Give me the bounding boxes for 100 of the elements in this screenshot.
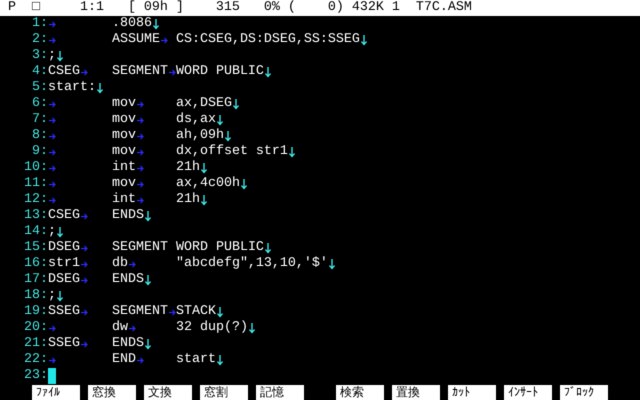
code-text: 32 dup(?) (176, 320, 248, 336)
code-text: DSEG (48, 240, 80, 256)
code-text: ax,DSEG (176, 96, 232, 112)
line-number: 16: (22, 256, 48, 272)
line-number: 12: (22, 192, 48, 208)
function-key[interactable]: 検索 (336, 384, 384, 400)
code-text: 21h (176, 160, 200, 176)
down-arrow-icon (240, 176, 248, 192)
code-text: dx,offset str1 (176, 144, 288, 160)
line-number: 5: (30, 80, 48, 96)
line-number: 19: (22, 304, 48, 320)
code-text: END (112, 352, 136, 368)
down-arrow-icon (216, 112, 224, 128)
code-text: ah,09h (176, 128, 224, 144)
line-number: 21: (22, 336, 48, 352)
status-field: P (8, 0, 16, 16)
line-number: 3: (30, 48, 48, 64)
down-arrow-icon (248, 320, 256, 336)
line-number: 4: (30, 64, 48, 80)
line-number: 17: (22, 272, 48, 288)
code-text: int (112, 160, 136, 176)
line-number: 6: (30, 96, 48, 112)
code-text: SSEG (48, 336, 80, 352)
line-number: 14: (22, 224, 48, 240)
code-text: SSEG (48, 304, 80, 320)
function-key[interactable]: 窓換 (88, 384, 136, 400)
down-arrow-icon (216, 352, 224, 368)
function-key[interactable]: ｶｯﾄ (448, 384, 496, 400)
line-number: 10: (22, 160, 48, 176)
code-text: mov (112, 112, 136, 128)
down-arrow-icon (144, 208, 152, 224)
code-text: ENDS (112, 336, 144, 352)
code-text: start: (48, 80, 96, 96)
function-key[interactable]: 窓割 (200, 384, 248, 400)
line-number: 13: (22, 208, 48, 224)
line-number: 2: (30, 32, 48, 48)
down-arrow-icon (56, 288, 64, 304)
code-text: ASSUME (112, 32, 160, 48)
down-arrow-icon (216, 304, 224, 320)
down-arrow-icon (288, 144, 296, 160)
code-text: ax,4c00h (176, 176, 240, 192)
down-arrow-icon (264, 240, 272, 256)
code-text: str1 (48, 256, 80, 272)
down-arrow-icon (264, 64, 272, 80)
code-text: SEGMENT (112, 64, 168, 80)
code-text: mov (112, 128, 136, 144)
code-text: int (112, 192, 136, 208)
down-arrow-icon (56, 48, 64, 64)
code-text: SEGMENT WORD PUBLIC (112, 240, 264, 256)
status-field: 0% ( 0) (264, 0, 344, 16)
code-text: .8086 (112, 16, 152, 32)
code-text: WORD PUBLIC (176, 64, 264, 80)
code-text: ; (48, 224, 56, 240)
down-arrow-icon (200, 160, 208, 176)
function-key[interactable]: 置換 (392, 384, 440, 400)
status-field: 432K (352, 0, 384, 16)
status-field: T7C.ASM (416, 0, 472, 16)
code-text: ENDS (112, 272, 144, 288)
line-number: 11: (22, 176, 48, 192)
code-text: CSEG (48, 208, 80, 224)
line-number: 20: (22, 320, 48, 336)
status-field: 315 (216, 0, 240, 16)
line-number: 18: (22, 288, 48, 304)
code-text: 21h (176, 192, 200, 208)
line-number: 8: (30, 128, 48, 144)
code-text: mov (112, 144, 136, 160)
code-text: ; (48, 288, 56, 304)
down-arrow-icon (232, 96, 240, 112)
line-number: 1: (30, 16, 48, 32)
line-number: 23: (22, 368, 48, 384)
function-key[interactable]: 文換 (144, 384, 192, 400)
status-field: 1:1 (80, 0, 104, 16)
code-text: start (176, 352, 216, 368)
status-field: [ 09h ] (128, 0, 184, 16)
down-arrow-icon (360, 32, 368, 48)
function-key[interactable]: ｲﾝｻｰﾄ (504, 384, 552, 400)
code-text: SEGMENT (112, 304, 168, 320)
status-field: 1 (392, 0, 400, 16)
code-text: ENDS (112, 208, 144, 224)
function-key[interactable]: 記憶 (256, 384, 304, 400)
code-text: ds,ax (176, 112, 216, 128)
code-text: STACK (176, 304, 216, 320)
down-arrow-icon (328, 256, 336, 272)
down-arrow-icon (56, 224, 64, 240)
down-arrow-icon (224, 128, 232, 144)
code-text: mov (112, 176, 136, 192)
function-key[interactable]: ﾌｧｲﾙ (32, 384, 80, 400)
code-text: CS:CSEG,DS:DSEG,SS:SSEG (176, 32, 360, 48)
code-text: "abcdefg",13,10,'$' (176, 256, 328, 272)
down-arrow-icon (96, 80, 104, 96)
code-text: dw (112, 320, 128, 336)
down-arrow-icon (152, 16, 160, 32)
down-arrow-icon (144, 272, 152, 288)
code-text: db (112, 256, 128, 272)
code-text: ; (48, 48, 56, 64)
line-number: 7: (30, 112, 48, 128)
line-number: 9: (30, 144, 48, 160)
function-key[interactable]: ﾌﾞﾛｯｸ (560, 384, 608, 400)
down-arrow-icon (144, 336, 152, 352)
line-number: 15: (22, 240, 48, 256)
